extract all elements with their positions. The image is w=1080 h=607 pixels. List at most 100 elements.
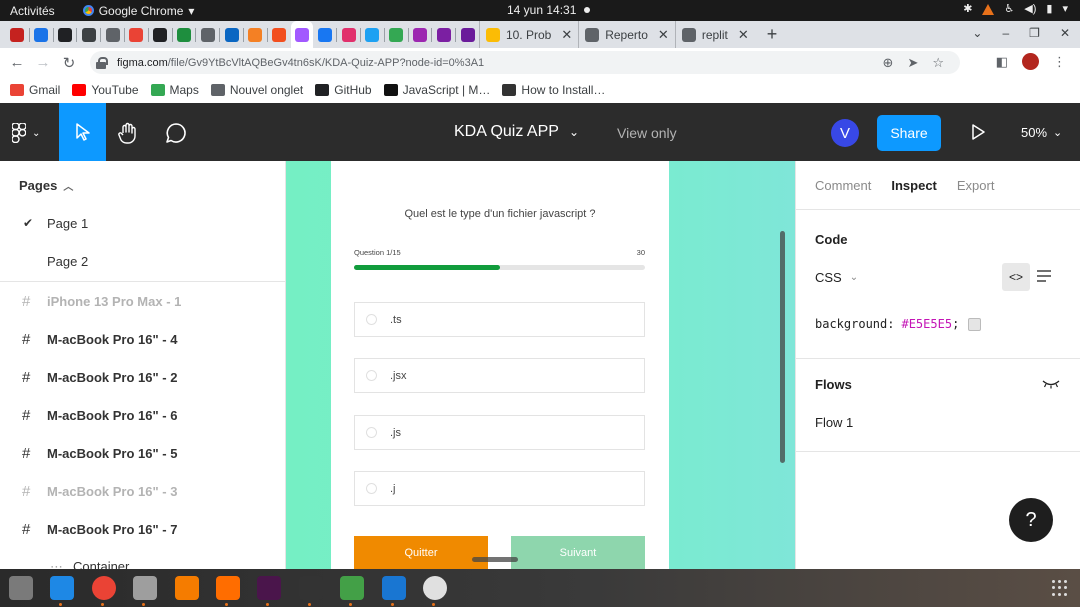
- tab-inspect[interactable]: Inspect: [891, 178, 937, 193]
- browser-tab[interactable]: [456, 21, 479, 48]
- browser-tab[interactable]: [313, 21, 336, 48]
- bookmark-item[interactable]: Nouvel onglet: [210, 83, 303, 97]
- files-icon[interactable]: [9, 576, 33, 600]
- browser-tab[interactable]: [432, 21, 455, 48]
- figma-main-menu[interactable]: ⌄: [12, 122, 48, 144]
- browser-tab[interactable]: [196, 21, 219, 48]
- close-tab-icon[interactable]: ✕: [658, 27, 669, 43]
- activities-button[interactable]: Activités: [10, 4, 55, 18]
- calc-icon[interactable]: [340, 576, 365, 606]
- image-viewer-icon[interactable]: [133, 576, 158, 606]
- bookmark-item[interactable]: JavaScript | M…: [383, 83, 490, 97]
- url-text[interactable]: figma.com/file/Gv9YtBcVltAQBeGv4tn6sK/KD…: [117, 57, 484, 69]
- browser-tab[interactable]: [244, 21, 267, 48]
- layer-row-frame[interactable]: # M-acBook Pro 16" - 2: [0, 358, 285, 396]
- bookmark-item[interactable]: YouTube: [72, 83, 139, 97]
- chrome-icon[interactable]: [91, 576, 116, 606]
- quit-button[interactable]: Quitter: [354, 536, 488, 569]
- tab-comment[interactable]: Comment: [815, 178, 871, 193]
- radio-button[interactable]: [366, 370, 377, 382]
- answer-option[interactable]: .ts: [354, 302, 645, 337]
- browser-tab[interactable]: [361, 21, 384, 48]
- code-view-button[interactable]: <>: [1002, 263, 1030, 291]
- close-tab-icon[interactable]: ✕: [738, 27, 749, 43]
- browser-tab[interactable]: 10. Prob ✕: [478, 21, 578, 48]
- star-icon[interactable]: ☆: [932, 55, 944, 71]
- vscode-icon[interactable]: [50, 576, 75, 606]
- browser-tab[interactable]: [220, 21, 243, 48]
- share-button[interactable]: Share: [877, 115, 941, 151]
- browser-tab[interactable]: [409, 21, 432, 48]
- close-tab-icon[interactable]: ✕: [561, 27, 572, 43]
- radio-button[interactable]: [366, 314, 377, 325]
- list-view-icon[interactable]: [1037, 269, 1051, 283]
- lock-icon[interactable]: [96, 56, 108, 69]
- browser-tab[interactable]: [290, 21, 314, 48]
- file-title-menu[interactable]: KDA Quiz APP ⌄: [454, 123, 579, 141]
- forward-icon[interactable]: →: [30, 54, 56, 71]
- pages-header[interactable]: Pages ︿: [19, 178, 73, 193]
- bookmark-item[interactable]: How to Install…: [502, 83, 605, 97]
- answer-option[interactable]: .j: [354, 470, 645, 506]
- terminal-icon[interactable]: [298, 576, 323, 606]
- omnibox[interactable]: figma.com/file/Gv9YtBcVltAQBeGv4tn6sK/KD…: [90, 51, 960, 74]
- browser-tab[interactable]: [77, 21, 100, 48]
- disc-icon[interactable]: [422, 576, 447, 606]
- vlc-icon[interactable]: [174, 576, 199, 600]
- reload-icon[interactable]: ↻: [56, 54, 82, 72]
- browser-tab[interactable]: [149, 21, 172, 48]
- move-tool-button[interactable]: [59, 103, 106, 161]
- browser-tab[interactable]: [30, 21, 53, 48]
- browser-tab[interactable]: [125, 21, 148, 48]
- slack-icon[interactable]: [257, 576, 282, 606]
- browser-tab[interactable]: Reperto ✕: [578, 21, 675, 48]
- page-row[interactable]: ✔ Page 1: [0, 204, 285, 242]
- layer-row-frame[interactable]: # iPhone 13 Pro Max - 1: [0, 282, 285, 320]
- radio-button[interactable]: [366, 482, 377, 494]
- hidden-eye-icon[interactable]: [1042, 379, 1060, 389]
- profile-avatar[interactable]: [1022, 53, 1039, 70]
- answer-option[interactable]: .js: [354, 414, 645, 450]
- horizontal-scrollbar[interactable]: [472, 557, 518, 562]
- code-language-select[interactable]: CSS ⌄: [815, 270, 858, 285]
- page-row[interactable]: Page 2: [0, 242, 285, 280]
- browser-tab[interactable]: [101, 21, 124, 48]
- tab-export[interactable]: Export: [957, 178, 995, 193]
- present-play-icon[interactable]: [969, 123, 987, 141]
- maximize-icon[interactable]: ❐: [1029, 26, 1040, 40]
- browser-tab[interactable]: [337, 21, 360, 48]
- layer-row-frame[interactable]: # M-acBook Pro 16" - 3: [0, 472, 285, 510]
- answer-option[interactable]: .jsx: [354, 358, 645, 394]
- app-menu[interactable]: Google Chrome ▾: [82, 4, 194, 18]
- new-tab-icon[interactable]: +: [767, 24, 778, 45]
- quiz-frame[interactable]: Quel est le type d'un fichier javascript…: [331, 161, 669, 569]
- pen-icon[interactable]: [215, 576, 240, 606]
- writer-icon[interactable]: [381, 576, 406, 606]
- zoom-icon[interactable]: ⊕: [883, 55, 894, 71]
- bookmark-item[interactable]: Gmail: [10, 83, 60, 97]
- layer-row-frame[interactable]: # M-acBook Pro 16" - 5: [0, 434, 285, 472]
- radio-button[interactable]: [366, 426, 377, 438]
- browser-tab[interactable]: [268, 21, 291, 48]
- system-tray[interactable]: ✱ ♿ ◀) ▮ ▾: [963, 2, 1068, 15]
- layer-row-frame[interactable]: # M-acBook Pro 16" - 7: [0, 510, 285, 548]
- kebab-menu-icon[interactable]: ⋮: [1053, 54, 1066, 70]
- browser-tab[interactable]: [173, 21, 196, 48]
- browser-tab[interactable]: replit ✕: [674, 21, 755, 48]
- comment-tool-button[interactable]: [164, 122, 188, 144]
- vertical-scrollbar[interactable]: [780, 231, 785, 463]
- browser-tab[interactable]: [6, 21, 29, 48]
- sidebar-icon[interactable]: ◧: [996, 54, 1008, 70]
- user-avatar[interactable]: V: [831, 119, 859, 147]
- flow-item[interactable]: Flow 1: [815, 415, 853, 430]
- back-icon[interactable]: ←: [4, 54, 30, 71]
- figma-canvas[interactable]: Quel est le type d'un fichier javascript…: [286, 161, 795, 569]
- layer-row-frame[interactable]: # M-acBook Pro 16" - 6: [0, 396, 285, 434]
- browser-tab[interactable]: [385, 21, 408, 48]
- css-code-line[interactable]: background: #E5E5E5 ;: [815, 317, 982, 331]
- browser-tab[interactable]: [54, 21, 77, 48]
- next-button[interactable]: Suivant: [511, 536, 645, 569]
- zoom-menu[interactable]: 50% ⌄: [1021, 125, 1062, 140]
- help-button[interactable]: ?: [1009, 498, 1053, 542]
- layer-row-frame[interactable]: # M-acBook Pro 16" - 4: [0, 320, 285, 358]
